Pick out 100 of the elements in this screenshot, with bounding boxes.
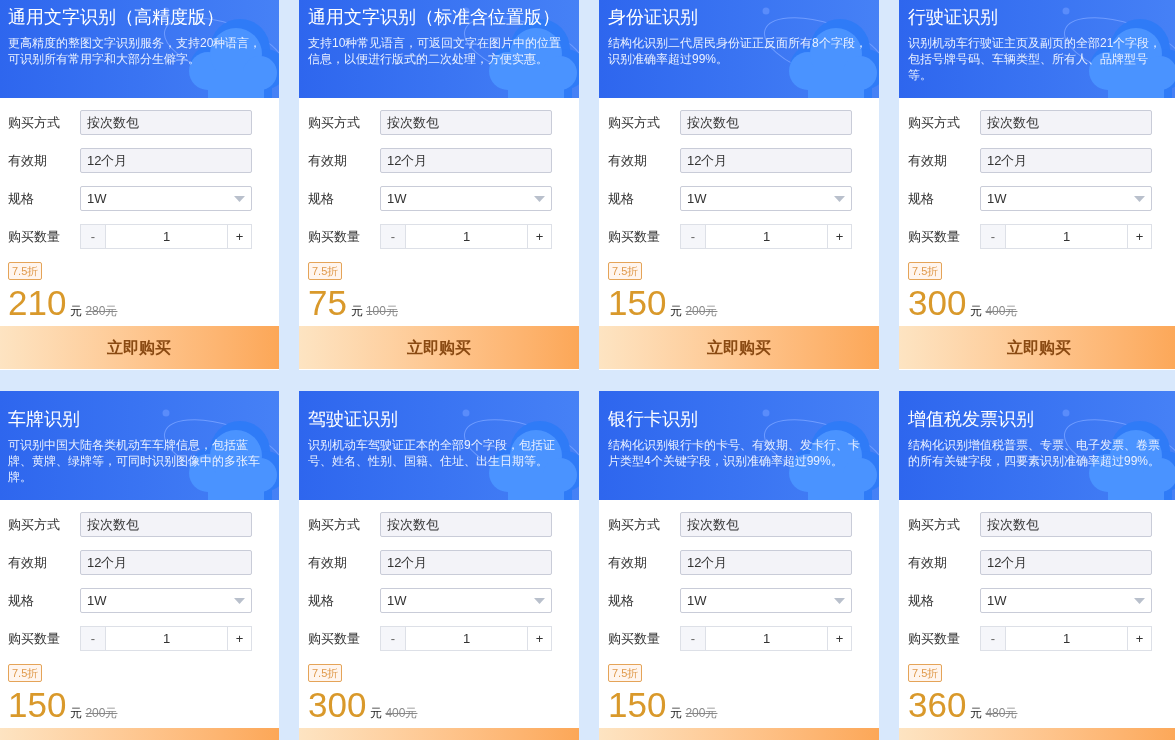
field-label: 有效期 <box>608 151 648 170</box>
plus-button[interactable]: + <box>827 626 852 651</box>
field-label: 购买数量 <box>308 629 361 648</box>
minus-button[interactable]: - <box>680 626 706 651</box>
quantity-input[interactable]: 1 <box>406 224 527 249</box>
buy-button[interactable]: 立即购买 <box>899 326 1175 369</box>
field-label: 规格 <box>8 189 35 208</box>
readonly-field: 12个月 <box>680 148 852 173</box>
field-label: 购买方式 <box>608 515 661 534</box>
discount-badge: 7.5折 <box>908 262 943 280</box>
field-label: 购买数量 <box>308 227 361 246</box>
caret-icon <box>234 597 245 604</box>
card-title: 增值税发票识别 <box>908 408 1035 431</box>
discount-badge: 7.5折 <box>608 262 643 280</box>
select-field[interactable]: 1W <box>380 186 552 211</box>
card-title: 行驶证识别 <box>908 6 999 29</box>
quantity-input[interactable]: 1 <box>706 224 827 249</box>
field-label: 购买方式 <box>308 113 361 132</box>
price-amount: 300 <box>908 284 967 322</box>
plus-button[interactable]: + <box>527 626 552 651</box>
plus-button[interactable]: + <box>827 224 852 249</box>
field-label: 规格 <box>608 189 635 208</box>
currency-unit: 元 <box>970 705 983 722</box>
price-amount: 210 <box>8 284 67 322</box>
field-label: 购买方式 <box>308 515 361 534</box>
field-label: 购买方式 <box>608 113 661 132</box>
readonly-field: 按次数包 <box>680 512 852 537</box>
select-field[interactable]: 1W <box>680 588 852 613</box>
field-label: 规格 <box>8 591 35 610</box>
field-label: 购买数量 <box>908 629 961 648</box>
select-field[interactable]: 1W <box>380 588 552 613</box>
discount-badge: 7.5折 <box>8 664 43 682</box>
plus-button[interactable]: + <box>527 224 552 249</box>
readonly-field: 按次数包 <box>680 110 852 135</box>
readonly-field: 按次数包 <box>380 110 552 135</box>
original-price: 280元 <box>85 303 118 320</box>
field-label: 购买方式 <box>8 113 61 132</box>
minus-button[interactable]: - <box>80 626 106 651</box>
original-price: 200元 <box>85 705 118 722</box>
field-label: 购买数量 <box>608 227 661 246</box>
select-field[interactable]: 1W <box>80 588 252 613</box>
minus-button[interactable]: - <box>80 224 106 249</box>
field-label: 规格 <box>308 189 335 208</box>
card-title: 车牌识别 <box>8 408 81 431</box>
discount-badge: 7.5折 <box>908 664 943 682</box>
select-field[interactable]: 1W <box>680 186 852 211</box>
quantity-input[interactable]: 1 <box>706 626 827 651</box>
currency-unit: 元 <box>70 303 83 320</box>
plus-button[interactable]: + <box>227 224 252 249</box>
card-title: 通用文字识别（高精度版） <box>8 6 225 29</box>
plus-button[interactable]: + <box>1127 626 1152 651</box>
original-price: 480元 <box>985 705 1018 722</box>
currency-unit: 元 <box>370 705 383 722</box>
quantity-input[interactable]: 1 <box>1006 224 1127 249</box>
card-title: 身份证识别 <box>608 6 699 29</box>
plus-button[interactable]: + <box>227 626 252 651</box>
minus-button[interactable]: - <box>980 626 1006 651</box>
caret-icon <box>234 195 245 202</box>
quantity-input[interactable]: 1 <box>106 224 227 249</box>
select-field[interactable]: 1W <box>80 186 252 211</box>
field-label: 规格 <box>608 591 635 610</box>
currency-unit: 元 <box>670 303 683 320</box>
field-label: 有效期 <box>308 553 348 572</box>
readonly-field: 12个月 <box>980 550 1152 575</box>
plus-button[interactable]: + <box>1127 224 1152 249</box>
minus-button[interactable]: - <box>680 224 706 249</box>
discount-badge: 7.5折 <box>8 262 43 280</box>
field-label: 购买方式 <box>908 515 961 534</box>
minus-button[interactable]: - <box>980 224 1006 249</box>
price-amount: 150 <box>8 686 67 724</box>
quantity-input[interactable]: 1 <box>106 626 227 651</box>
card-title: 驾驶证识别 <box>308 408 399 431</box>
original-price: 400元 <box>985 303 1018 320</box>
readonly-field: 按次数包 <box>80 512 252 537</box>
field-label: 规格 <box>908 189 935 208</box>
field-label: 有效期 <box>608 553 648 572</box>
field-label: 购买方式 <box>8 515 61 534</box>
buy-button[interactable]: 立即购买 <box>299 326 579 369</box>
select-field[interactable]: 1W <box>980 186 1152 211</box>
currency-unit: 元 <box>350 303 363 320</box>
quantity-input[interactable]: 1 <box>406 626 527 651</box>
field-label: 有效期 <box>8 553 48 572</box>
caret-icon <box>534 195 545 202</box>
buy-button[interactable]: 立即购买 <box>599 326 879 369</box>
select-field[interactable]: 1W <box>980 588 1152 613</box>
discount-badge: 7.5折 <box>608 664 643 682</box>
minus-button[interactable]: - <box>380 224 406 249</box>
currency-unit: 元 <box>970 303 983 320</box>
buy-button[interactable]: 立即购买 <box>0 326 279 369</box>
card-description: 支持10种常见语言，可返回文字在图片中的位置信息，以便进行版式的二次处理，方便实惠。 <box>308 35 563 67</box>
readonly-field: 12个月 <box>680 550 852 575</box>
card-description: 识别机动车驾驶证正本的全部9个字段，包括证号、姓名、性别、国籍、住址、出生日期等。 <box>308 437 556 469</box>
field-label: 有效期 <box>908 553 948 572</box>
price-amount: 360 <box>908 686 967 724</box>
readonly-field: 12个月 <box>380 148 552 173</box>
minus-button[interactable]: - <box>380 626 406 651</box>
field-label: 购买数量 <box>8 227 61 246</box>
caret-icon <box>1134 597 1145 604</box>
card-description: 更高精度的整图文字识别服务，支持20种语言，可识别所有常用字和大部分生僻字。 <box>8 35 263 67</box>
quantity-input[interactable]: 1 <box>1006 626 1127 651</box>
